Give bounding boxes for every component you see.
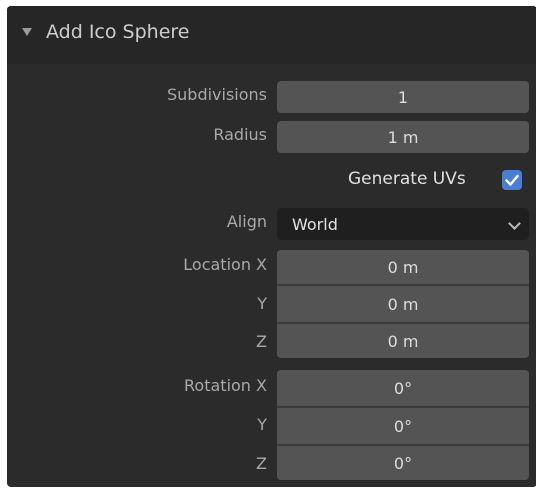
generate-uvs-label[interactable]: Generate UVs: [348, 169, 466, 189]
rotation-y-label: Y: [257, 415, 267, 434]
align-label: Align: [226, 212, 267, 231]
location-y-value: 0 m: [387, 294, 419, 314]
operator-panel: Add Ico Sphere Subdivisions 1 Radius 1 m…: [7, 6, 536, 487]
radius-value: 1 m: [387, 127, 419, 147]
triangle-down-icon[interactable]: [22, 28, 32, 36]
chevron-down-icon: [508, 217, 521, 230]
location-y-field[interactable]: 0 m: [277, 286, 529, 322]
subdivisions-value: 1: [397, 87, 409, 107]
panel-header[interactable]: Add Ico Sphere: [7, 6, 536, 64]
rotation-z-field[interactable]: 0°: [277, 446, 529, 480]
location-z-value: 0 m: [387, 331, 419, 351]
rotation-x-label: Rotation X: [184, 376, 267, 395]
location-x-field[interactable]: 0 m: [277, 250, 529, 284]
location-x-label: Location X: [183, 255, 267, 274]
location-x-value: 0 m: [387, 257, 419, 277]
subdivisions-label: Subdivisions: [166, 85, 267, 104]
panel-title: Add Ico Sphere: [46, 21, 190, 43]
generate-uvs-checkbox[interactable]: [502, 170, 522, 190]
subdivisions-field[interactable]: 1: [277, 81, 529, 113]
radius-label: Radius: [213, 125, 267, 144]
location-z-field[interactable]: 0 m: [277, 324, 529, 358]
rotation-x-field[interactable]: 0°: [277, 370, 529, 406]
rotation-x-value: 0°: [393, 378, 413, 398]
align-dropdown[interactable]: World: [277, 208, 529, 240]
rotation-z-value: 0°: [393, 453, 413, 473]
location-z-label: Z: [256, 332, 267, 351]
screenshot-frame: Add Ico Sphere Subdivisions 1 Radius 1 m…: [0, 0, 536, 494]
rotation-y-value: 0°: [393, 416, 413, 436]
radius-field[interactable]: 1 m: [277, 121, 529, 153]
location-y-label: Y: [257, 294, 267, 313]
checkmark-icon: [505, 174, 519, 186]
rotation-y-field[interactable]: 0°: [277, 408, 529, 444]
align-value: World: [292, 214, 338, 234]
rotation-z-label: Z: [256, 454, 267, 473]
